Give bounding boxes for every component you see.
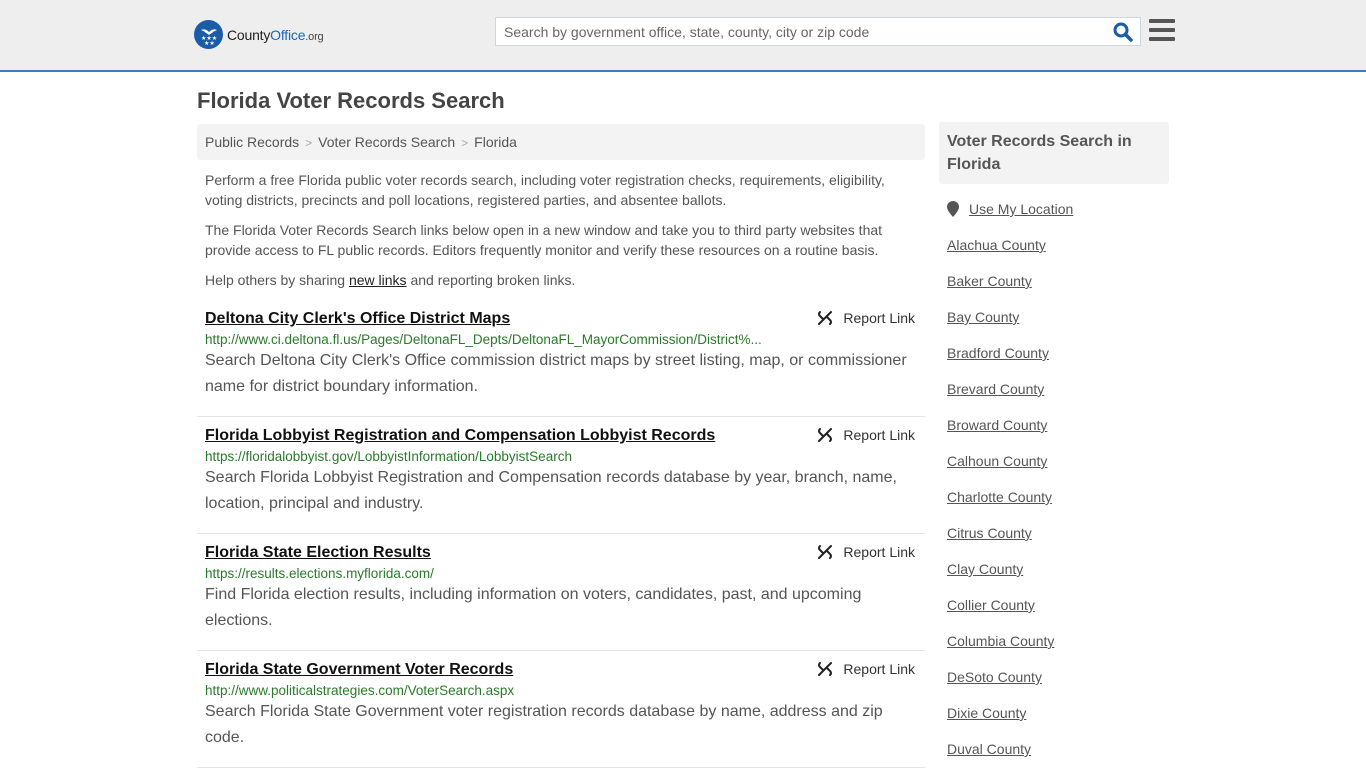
intro-paragraph-2: The Florida Voter Records Search links b… <box>205 222 883 258</box>
result-item: Florida State Election Results Report Li… <box>197 538 925 651</box>
map-pin-icon <box>947 201 959 217</box>
result-item: Deltona City Clerk's Office District Map… <box>197 304 925 417</box>
breadcrumb: Public Records > Voter Records Search > Flor… <box>197 124 925 160</box>
county-list-item: DeSoto County <box>947 669 1054 705</box>
county-list-item: Calhoun County <box>947 453 1054 489</box>
county-link-bay[interactable]: Bay County <box>947 309 1019 325</box>
county-link-broward[interactable]: Broward County <box>947 417 1047 433</box>
hamburger-menu-button[interactable] <box>1149 19 1175 42</box>
result-title-link[interactable]: Florida State Election Results <box>205 544 431 562</box>
broken-link-icon <box>818 428 833 442</box>
result-description: Search Deltona City Clerk's Office commi… <box>205 352 907 395</box>
county-link-charlotte[interactable]: Charlotte County <box>947 489 1052 505</box>
broken-link-icon <box>818 545 833 559</box>
county-list-item: Broward County <box>947 417 1054 453</box>
breadcrumb-voter-records-search[interactable]: Voter Records Search <box>318 134 455 150</box>
intro-paragraph-1: Perform a free Florida public voter reco… <box>205 172 885 208</box>
result-url-link[interactable]: http://www.ci.deltona.fl.us/Pages/Delton… <box>205 332 925 347</box>
county-link-calhoun[interactable]: Calhoun County <box>947 453 1047 469</box>
breadcrumb-separator: > <box>461 136 469 150</box>
site-header: ★★★ ★★ CountyOffice.org <box>0 0 1366 72</box>
county-list-item: Dixie County <box>947 705 1054 741</box>
result-item: Florida State Government Voter Records R… <box>197 655 925 768</box>
county-link-dixie[interactable]: Dixie County <box>947 705 1026 721</box>
county-list-item: Citrus County <box>947 525 1054 561</box>
intro-paragraph-3: Help others by sharing new links and rep… <box>205 272 576 288</box>
eagle-stars-logo-icon: ★★★ ★★ <box>194 20 223 49</box>
use-my-location-link[interactable]: Use My Location <box>969 201 1073 217</box>
county-link-columbia[interactable]: Columbia County <box>947 633 1054 649</box>
county-link-collier[interactable]: Collier County <box>947 597 1035 613</box>
report-link-button[interactable]: Report Link <box>817 427 915 443</box>
broken-link-icon <box>818 662 833 676</box>
county-list-item: Baker County <box>947 273 1054 309</box>
breadcrumb-florida: Florida <box>474 134 517 150</box>
result-url-link[interactable]: https://results.elections.myflorida.com/ <box>205 566 925 581</box>
result-title-link[interactable]: Florida Lobbyist Registration and Compen… <box>205 427 715 445</box>
county-list-item: Bay County <box>947 309 1054 345</box>
report-link-button[interactable]: Report Link <box>817 544 915 560</box>
result-description: Search Florida Lobbyist Registration and… <box>205 469 897 512</box>
search-button[interactable] <box>1112 21 1134 43</box>
page-title: Florida Voter Records Search <box>197 88 505 113</box>
hamburger-menu-icon <box>1149 19 1175 41</box>
county-list-item: Alachua County <box>947 237 1054 273</box>
search-input[interactable] <box>496 18 1106 45</box>
county-link-citrus[interactable]: Citrus County <box>947 525 1032 541</box>
result-url-link[interactable]: https://floridalobbyist.gov/LobbyistInfo… <box>205 449 925 464</box>
county-list-item: Columbia County <box>947 633 1054 669</box>
result-title-link[interactable]: Florida State Government Voter Records <box>205 661 513 679</box>
county-link-brevard[interactable]: Brevard County <box>947 381 1044 397</box>
county-link-alachua[interactable]: Alachua County <box>947 237 1046 253</box>
result-description: Search Florida State Government voter re… <box>205 703 883 746</box>
logo-link[interactable]: ★★★ ★★ CountyOffice.org <box>194 20 324 49</box>
use-my-location: Use My Location <box>947 201 1073 217</box>
logo-text: CountyOffice.org <box>227 26 324 43</box>
breadcrumb-separator: > <box>305 136 313 150</box>
breadcrumb-public-records[interactable]: Public Records <box>205 134 299 150</box>
svg-text:★★: ★★ <box>204 40 215 46</box>
county-link-baker[interactable]: Baker County <box>947 273 1032 289</box>
county-link-bradford[interactable]: Bradford County <box>947 345 1049 361</box>
county-link-clay[interactable]: Clay County <box>947 561 1023 577</box>
broken-link-icon <box>818 311 833 325</box>
county-list-item: Brevard County <box>947 381 1054 417</box>
new-links-link[interactable]: new links <box>349 272 407 288</box>
county-list-item: Duval County <box>947 741 1054 777</box>
county-list-item: Clay County <box>947 561 1054 597</box>
county-list-item: Charlotte County <box>947 489 1054 525</box>
county-list-item: Collier County <box>947 597 1054 633</box>
report-link-button[interactable]: Report Link <box>817 310 915 326</box>
county-link-desoto[interactable]: DeSoto County <box>947 669 1042 685</box>
search-icon <box>1113 22 1133 42</box>
sidebar-heading: Voter Records Search in Florida <box>939 122 1169 184</box>
result-title-link[interactable]: Deltona City Clerk's Office District Map… <box>205 310 510 328</box>
county-link-duval[interactable]: Duval County <box>947 741 1031 757</box>
county-list: Alachua County Baker County Bay County B… <box>947 237 1054 777</box>
report-link-button[interactable]: Report Link <box>817 661 915 677</box>
result-description: Find Florida election results, including… <box>205 586 862 629</box>
county-list-item: Bradford County <box>947 345 1054 381</box>
search-box <box>495 17 1141 46</box>
result-item: Florida Lobbyist Registration and Compen… <box>197 421 925 534</box>
result-url-link[interactable]: http://www.politicalstrategies.com/Voter… <box>205 683 925 698</box>
